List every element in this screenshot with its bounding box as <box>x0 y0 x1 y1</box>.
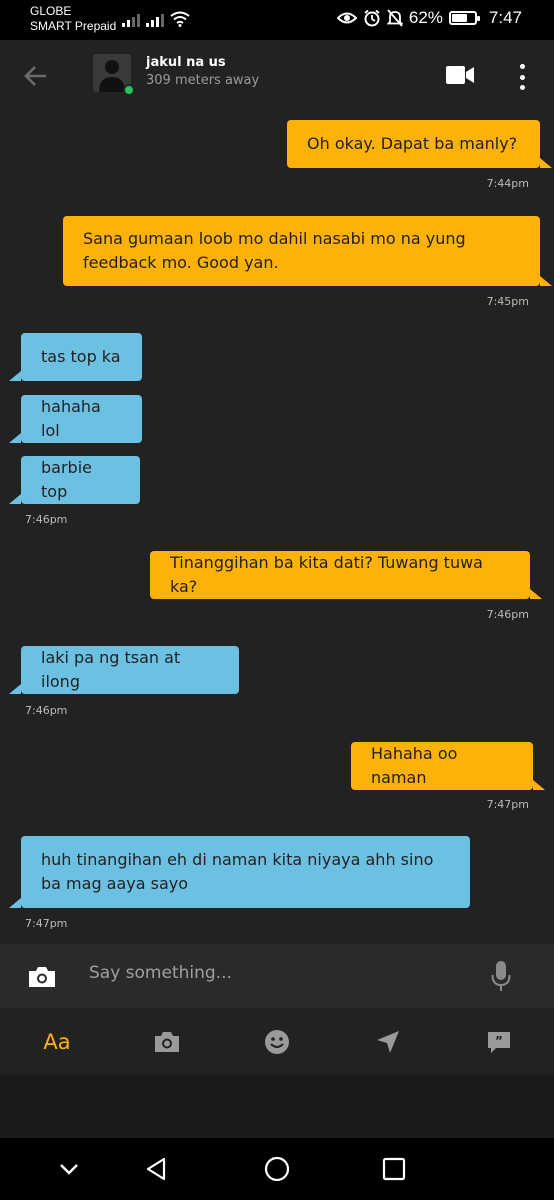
incoming-message[interactable]: tas top ka <box>21 333 142 381</box>
message-text: Hahaha oo naman <box>371 744 458 787</box>
camera-icon[interactable] <box>153 1028 181 1056</box>
incoming-message[interactable]: hahaha lol <box>21 395 142 443</box>
location-arrow-icon[interactable] <box>374 1028 402 1056</box>
home-circle-icon[interactable] <box>264 1156 290 1182</box>
incoming-message[interactable]: huh tinangihan eh di naman kita niyaya a… <box>21 836 470 908</box>
camera-icon[interactable] <box>27 965 57 989</box>
bubble-tail <box>540 276 552 286</box>
message-text: Tinanggihan ba kita dati? Tuwang tuwa ka… <box>170 553 483 596</box>
status-bar: GLOBE SMART Prepaid 62% 7:47 <box>0 0 554 40</box>
carrier-label: GLOBE SMART Prepaid <box>30 4 116 34</box>
contact-distance: 309 meters away <box>146 73 260 88</box>
status-right: 62% 7:47 <box>336 8 522 28</box>
message-time: 7:46pm <box>25 704 68 717</box>
message-input[interactable]: Say something... <box>89 963 232 983</box>
signal-icon <box>122 11 140 27</box>
back-triangle-icon[interactable] <box>144 1156 170 1182</box>
bubble-tail <box>9 371 21 381</box>
bubble-tail <box>9 684 21 694</box>
bubble-tail <box>9 898 21 908</box>
smiley-icon[interactable] <box>263 1028 291 1056</box>
carrier-line-1: GLOBE <box>30 4 72 18</box>
back-arrow-icon[interactable] <box>22 62 50 90</box>
message-text: barbie top <box>41 458 92 501</box>
bubble-tail <box>533 780 545 790</box>
message-text: Oh okay. Dapat ba manly? <box>307 134 518 153</box>
microphone-icon[interactable] <box>491 960 511 992</box>
message-time: 7:46pm <box>25 513 68 526</box>
wifi-icon <box>170 11 190 27</box>
chat-header: jakul na us 309 meters away <box>0 40 554 112</box>
svg-text:”: ” <box>495 1034 503 1048</box>
alarm-icon <box>364 9 380 27</box>
incoming-message[interactable]: laki pa ng tsan at ilong <box>21 646 239 694</box>
clock: 7:47 <box>488 8 522 27</box>
message-time: 7:45pm <box>486 295 529 308</box>
message-text: Sana gumaan loob mo dahil nasabi mo na y… <box>83 229 466 272</box>
composer-toolbar: Aa ” <box>0 1008 554 1074</box>
bubble-tail <box>9 433 21 443</box>
chevron-down-icon[interactable] <box>56 1156 82 1182</box>
saved-phrases-icon[interactable]: ” <box>485 1028 513 1056</box>
battery-fill <box>451 14 467 22</box>
recents-square-icon[interactable] <box>381 1156 407 1182</box>
message-text: tas top ka <box>41 347 121 366</box>
more-vertical-icon[interactable] <box>512 62 532 92</box>
signal-icon <box>146 11 164 27</box>
message-time: 7:47pm <box>486 798 529 811</box>
mute-bell-icon <box>386 9 403 27</box>
battery-percent: 62% <box>408 8 443 27</box>
outgoing-message[interactable]: Hahaha oo naman <box>351 742 533 790</box>
message-time: 7:44pm <box>486 177 529 190</box>
message-text: laki pa ng tsan at ilong <box>41 648 181 691</box>
system-navigation-bar <box>0 1138 554 1200</box>
incoming-message[interactable]: barbie top <box>21 456 140 504</box>
text-mode-button[interactable]: Aa <box>40 1028 74 1056</box>
message-time: 7:46pm <box>486 608 529 621</box>
contact-name[interactable]: jakul na us <box>146 55 226 70</box>
message-text: huh tinangihan eh di naman kita niyaya a… <box>41 850 434 893</box>
video-camera-icon[interactable] <box>446 64 474 86</box>
message-list[interactable]: Oh okay. Dapat ba manly? 7:44pm Sana gum… <box>0 112 554 944</box>
bubble-tail <box>540 158 552 168</box>
battery-icon <box>448 11 480 25</box>
online-status-indicator <box>123 84 135 96</box>
carrier-line-2: SMART Prepaid <box>30 19 117 33</box>
bubble-tail <box>530 589 542 599</box>
outgoing-message[interactable]: Tinanggihan ba kita dati? Tuwang tuwa ka… <box>150 551 530 599</box>
message-text: hahaha lol <box>41 397 101 440</box>
message-composer: Say something... <box>0 944 554 1008</box>
message-time: 7:47pm <box>25 917 68 930</box>
outgoing-message[interactable]: Oh okay. Dapat ba manly? <box>287 120 540 168</box>
network-icons <box>122 11 190 27</box>
outgoing-message[interactable]: Sana gumaan loob mo dahil nasabi mo na y… <box>63 216 540 286</box>
keyboard-spacer <box>0 1074 554 1138</box>
eye-icon <box>336 12 357 24</box>
bubble-tail <box>9 494 21 504</box>
